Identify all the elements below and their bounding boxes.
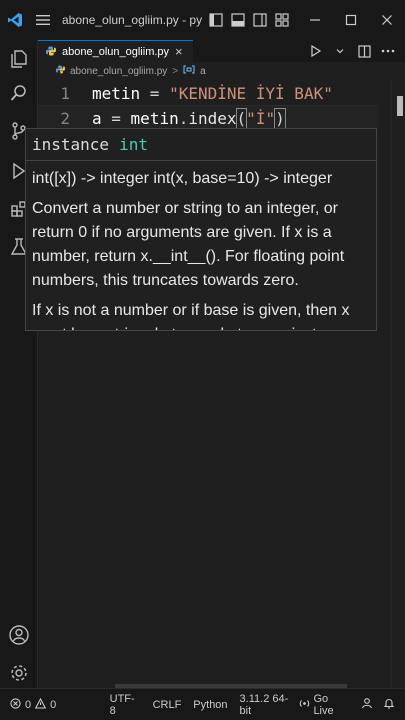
token-dot: . [178,108,189,128]
tab-label: abone_olun_ogliim.py [62,45,170,58]
hover-tooltip: instance int int([x]) -> integer int(x, … [25,128,377,331]
code-line-1[interactable]: 1 metin = "KENDİNE İYİ BAK" [38,80,378,106]
token-object: metin [130,108,179,128]
minimap[interactable] [391,80,405,688]
warning-icon [34,697,47,712]
vscode-logo-icon[interactable] [0,0,30,40]
python-file-icon [46,43,56,61]
settings-gear-icon[interactable] [0,654,38,692]
line-number: 1 [60,83,70,103]
hover-docstring: int([x]) -> integer int(x, base=10) -> i… [26,161,376,330]
maximize-icon[interactable] [333,0,369,40]
token-operator: = [101,108,131,128]
token-open-paren: ( [235,107,248,129]
go-live-button[interactable]: Go Live [299,693,351,717]
toggle-panel-icon[interactable] [230,12,246,28]
more-actions-icon[interactable] [381,44,395,58]
error-icon [10,697,21,712]
status-bar: 0 0 UTF-8 CRLF Python 3.11.2 64-bit Go L… [0,688,405,720]
split-editor-icon[interactable] [357,44,371,58]
title-bar: abone_olun_ogliim.py - pytho... [0,0,405,40]
tab-abone-olun-ogliim[interactable]: abone_olun_ogliim.py × [38,40,193,62]
hover-signature: int([x]) -> integer int(x, base=10) -> i… [32,170,333,187]
hover-kind: instance [32,135,110,154]
close-window-icon[interactable] [369,0,405,40]
window-title: abone_olun_ogliim.py - pytho... [62,13,202,27]
breadcrumb-symbol[interactable]: a [200,66,206,77]
accounts-icon[interactable] [0,616,38,654]
minimize-icon[interactable] [297,0,333,40]
customize-layout-icon[interactable] [274,12,290,28]
error-count: 0 [25,698,32,711]
breadcrumb: abone_olun_ogliim.py > a [38,62,405,80]
hover-signature-header: instance int [26,129,376,161]
notifications-bell-icon[interactable] [383,697,395,712]
variable-symbol-icon [183,65,195,77]
breadcrumb-separator: > [172,65,179,77]
hover-type: int [119,135,148,154]
token-string: "KENDİNE İYİ BAK" [169,83,333,103]
scrollbar-thumb[interactable] [397,96,403,116]
explorer-icon[interactable] [0,40,38,78]
token-variable: a [92,108,102,128]
search-icon[interactable] [0,74,38,112]
menu-icon[interactable] [30,0,56,40]
eol-status[interactable]: CRLF [153,699,182,711]
broadcast-icon [299,698,310,712]
python-file-icon [56,65,65,77]
toggle-secondary-sidebar-icon[interactable] [252,12,268,28]
language-mode-status[interactable]: Python [193,699,227,711]
token-operator: = [140,83,170,103]
chevron-down-icon[interactable] [333,44,347,58]
accounts-status-icon[interactable] [361,697,373,712]
token-string: "İ" [246,108,276,128]
go-live-label: Go Live [313,692,334,717]
encoding-status[interactable]: UTF-8 [110,693,141,717]
hover-paragraph-1: Convert a number or string to an integer… [32,200,345,289]
run-python-file-icon[interactable] [309,44,323,58]
token-variable: metin [92,83,141,103]
token-method: index [188,108,237,128]
toggle-primary-sidebar-icon[interactable] [208,12,224,28]
interpreter-status[interactable]: 3.11.2 64-bit [240,693,300,717]
line-number: 2 [60,108,70,128]
hover-paragraph-2: If x is not a number or if base is given… [32,302,351,330]
close-tab-icon[interactable]: × [175,45,183,58]
warning-count: 0 [50,698,57,711]
token-close-paren: ) [274,107,286,129]
problems-indicator[interactable]: 0 0 [0,697,110,712]
editor-tab-bar: abone_olun_ogliim.py × [38,40,405,62]
breadcrumb-file[interactable]: abone_olun_ogliim.py [70,66,167,77]
